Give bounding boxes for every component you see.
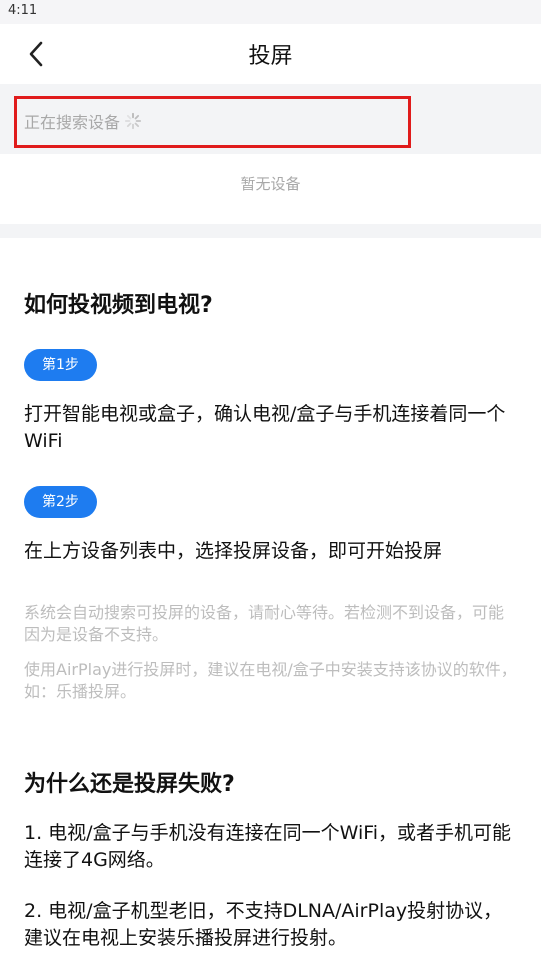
step-1-text: 打开智能电视或盒子，确认电视/盒子与手机连接着同一个WiFi	[24, 403, 506, 452]
step-1-badge: 第1步	[24, 349, 97, 381]
faq-item-2: 2. 电视/盒子机型老旧，不支持DLNA/AirPlay投射协议，建议在电视上安…	[24, 900, 503, 949]
status-time: 4:11	[8, 3, 38, 18]
step-2-text: 在上方设备列表中，选择投屏设备，即可开始投屏	[24, 540, 443, 562]
faq-item-1: 1. 电视/盒子与手机没有连接在同一个WiFi，或者手机可能连接了4G网络。	[24, 822, 512, 871]
page-title: 投屏	[248, 44, 293, 69]
empty-device-message: 暂无设备	[240, 175, 301, 193]
guide-heading: 如何投视频到电视?	[24, 293, 213, 318]
note-text-1: 系统会自动搜索可投屏的设备，请耐心等待。若检测不到设备，可能因为是设备不支持。	[24, 603, 505, 644]
section-divider	[0, 224, 541, 238]
loading-spinner-icon	[124, 112, 142, 130]
search-status-label: 正在搜索设备	[24, 113, 121, 132]
step-2-badge: 第2步	[24, 486, 97, 518]
note-text-2: 使用AirPlay进行投屏时，建议在电视/盒子中安装支持该协议的软件，如：乐播投…	[24, 660, 517, 701]
nav-bar: 投屏	[0, 24, 541, 84]
device-list-panel: 正在搜索设备 暂无设备	[0, 84, 541, 224]
status-bar: 4:11	[0, 0, 541, 24]
search-status-strip: 正在搜索设备	[0, 84, 541, 154]
search-status: 正在搜索设备	[24, 109, 142, 133]
faq-heading: 为什么还是投屏失败?	[24, 772, 235, 797]
